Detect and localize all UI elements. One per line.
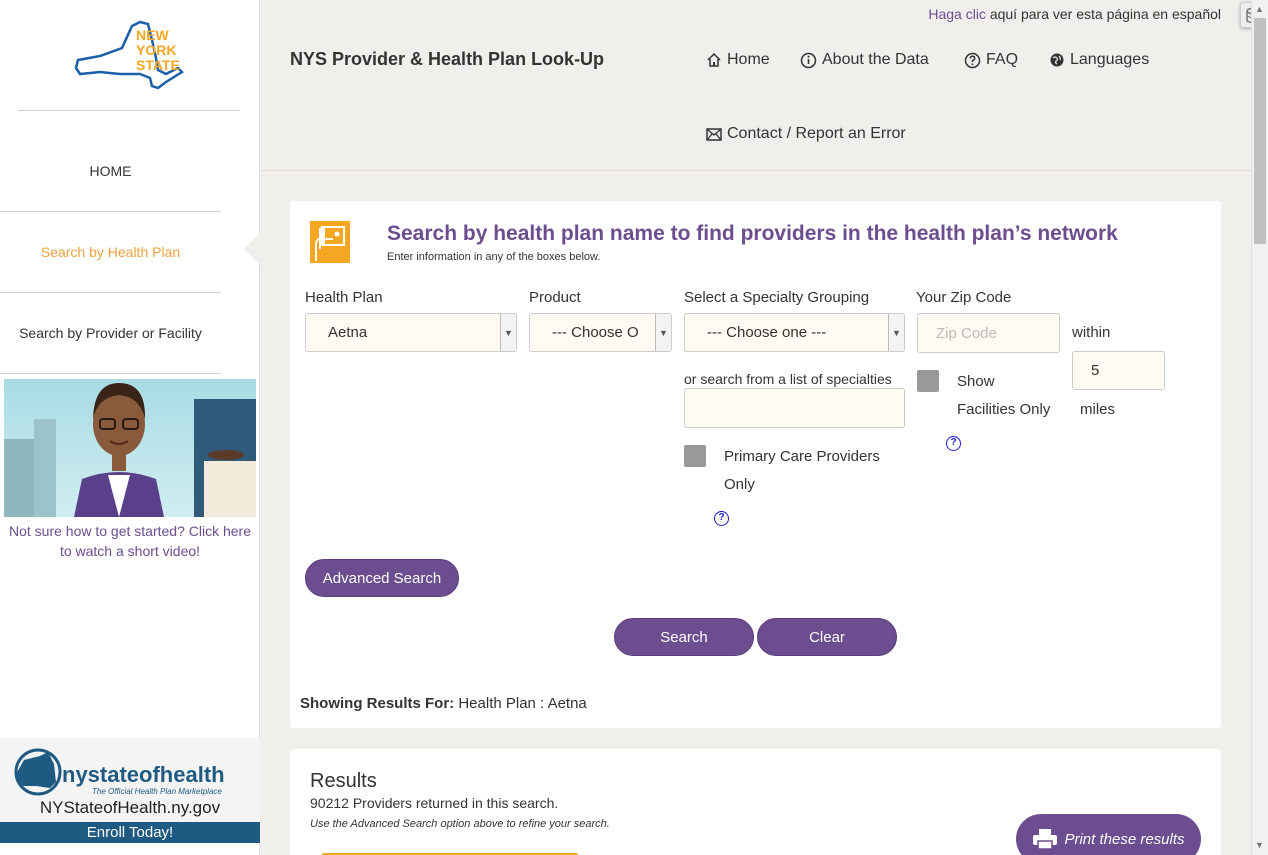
svg-text:nystateofhealth: nystateofhealth xyxy=(62,762,225,787)
primary-care-checkbox[interactable] xyxy=(684,445,706,467)
search-subheading: Enter information in any of the boxes be… xyxy=(387,251,601,263)
nav-languages[interactable]: Languages xyxy=(1049,51,1149,69)
enroll-today-button[interactable]: Enroll Today! xyxy=(0,822,260,843)
help-icon[interactable]: ? xyxy=(946,436,961,451)
specialty-list-label: or search from a list of specialties xyxy=(684,371,892,387)
print-results-button[interactable]: Print these results xyxy=(1016,814,1201,855)
results-panel: Results 90212 Providers returned in this… xyxy=(290,749,1221,855)
divider xyxy=(0,211,221,212)
search-panel: Search by health plan name to find provi… xyxy=(290,201,1221,728)
sidebar-item-home[interactable]: HOME xyxy=(0,163,221,179)
printer-icon xyxy=(1033,829,1058,850)
clear-button[interactable]: Clear xyxy=(757,618,897,656)
scroll-up-arrow-icon[interactable]: ▲ xyxy=(1255,4,1264,14)
product-label: Product xyxy=(529,289,581,306)
sidebar-item-search-health-plan[interactable]: Search by Health Plan xyxy=(0,244,221,260)
nys-logo[interactable]: NEW YORK STATE xyxy=(70,18,190,93)
nav-home[interactable]: Home xyxy=(706,51,770,69)
chevron-down-icon: ▼ xyxy=(888,314,904,351)
miles-input[interactable]: 5 xyxy=(1072,351,1165,390)
id-card-icon xyxy=(310,221,350,263)
scroll-down-arrow-icon[interactable]: ▼ xyxy=(1255,840,1264,850)
divider xyxy=(18,110,240,111)
spanish-language-link[interactable]: Haga clic aquí para ver esta página en e… xyxy=(928,6,1221,22)
sidebar: NEW YORK STATE HOME Search by Health Pla… xyxy=(0,0,260,855)
nystateofhealth-url[interactable]: NYStateofHealth.ny.gov xyxy=(0,798,260,818)
scrollbar-thumb[interactable] xyxy=(1254,18,1266,244)
divider xyxy=(0,373,221,374)
health-plan-select[interactable]: Aetna ▼ xyxy=(305,313,517,352)
svg-text:STATE: STATE xyxy=(136,57,180,73)
sidebar-item-search-provider[interactable]: Search by Provider or Facility xyxy=(0,325,221,341)
health-plan-label: Health Plan xyxy=(305,289,383,306)
product-select[interactable]: --- Choose O ▼ xyxy=(529,313,672,352)
nav-contact-report-error[interactable]: Contact / Report an Error xyxy=(706,125,906,143)
results-hint: Use the Advanced Search option above to … xyxy=(310,818,610,830)
nav-faq[interactable]: FAQ xyxy=(964,51,1018,69)
active-item-indicator xyxy=(244,233,260,265)
zip-code-input[interactable] xyxy=(917,313,1060,353)
svg-text:NEW: NEW xyxy=(136,27,169,43)
miles-label: miles xyxy=(1080,401,1116,418)
specialty-search-input[interactable] xyxy=(684,388,905,428)
site-title: NYS Provider & Health Plan Look-Up xyxy=(290,49,605,69)
svg-text:YORK: YORK xyxy=(136,42,176,58)
video-thumbnail[interactable] xyxy=(4,379,256,517)
svg-text:The Official Health Plan Marke: The Official Health Plan Marketplace xyxy=(92,787,222,796)
specialty-select[interactable]: --- Choose one --- ▼ xyxy=(684,313,905,352)
zip-code-label: Your Zip Code xyxy=(916,289,1012,306)
globe-icon xyxy=(1050,53,1064,67)
primary-care-label: Primary Care Providers xyxy=(724,448,880,465)
divider xyxy=(0,292,221,293)
chevron-down-icon: ▼ xyxy=(655,314,671,351)
facilities-only-checkbox[interactable] xyxy=(917,370,939,392)
chevron-down-icon: ▼ xyxy=(500,314,516,351)
facilities-only-label: Show xyxy=(957,373,995,390)
envelope-icon xyxy=(706,127,722,141)
home-icon xyxy=(707,52,721,67)
facilities-only-label-line2: Facilities Only xyxy=(957,401,1051,418)
info-icon xyxy=(800,52,817,68)
nav-about-the-data[interactable]: About the Data xyxy=(800,51,929,69)
help-icon[interactable]: ? xyxy=(714,511,729,526)
search-button[interactable]: Search xyxy=(614,618,754,656)
header: Haga clic aquí para ver esta página en e… xyxy=(261,0,1251,171)
question-icon xyxy=(964,52,981,68)
results-count: 90212 Providers returned in this search. xyxy=(310,795,559,811)
advanced-search-button[interactable]: Advanced Search xyxy=(305,559,459,597)
primary-care-label-line2: Only xyxy=(724,476,755,493)
within-label: within xyxy=(1072,324,1111,341)
page-scrollbar[interactable]: ▲ ▼ xyxy=(1251,0,1268,855)
specialty-label: Select a Specialty Grouping xyxy=(684,289,870,306)
search-heading: Search by health plan name to find provi… xyxy=(387,222,1118,245)
results-title: Results xyxy=(310,770,377,792)
showing-results-for: Showing Results For: Health Plan : Aetna xyxy=(300,695,587,712)
video-caption-link[interactable]: Not sure how to get started? Click here … xyxy=(4,521,256,561)
